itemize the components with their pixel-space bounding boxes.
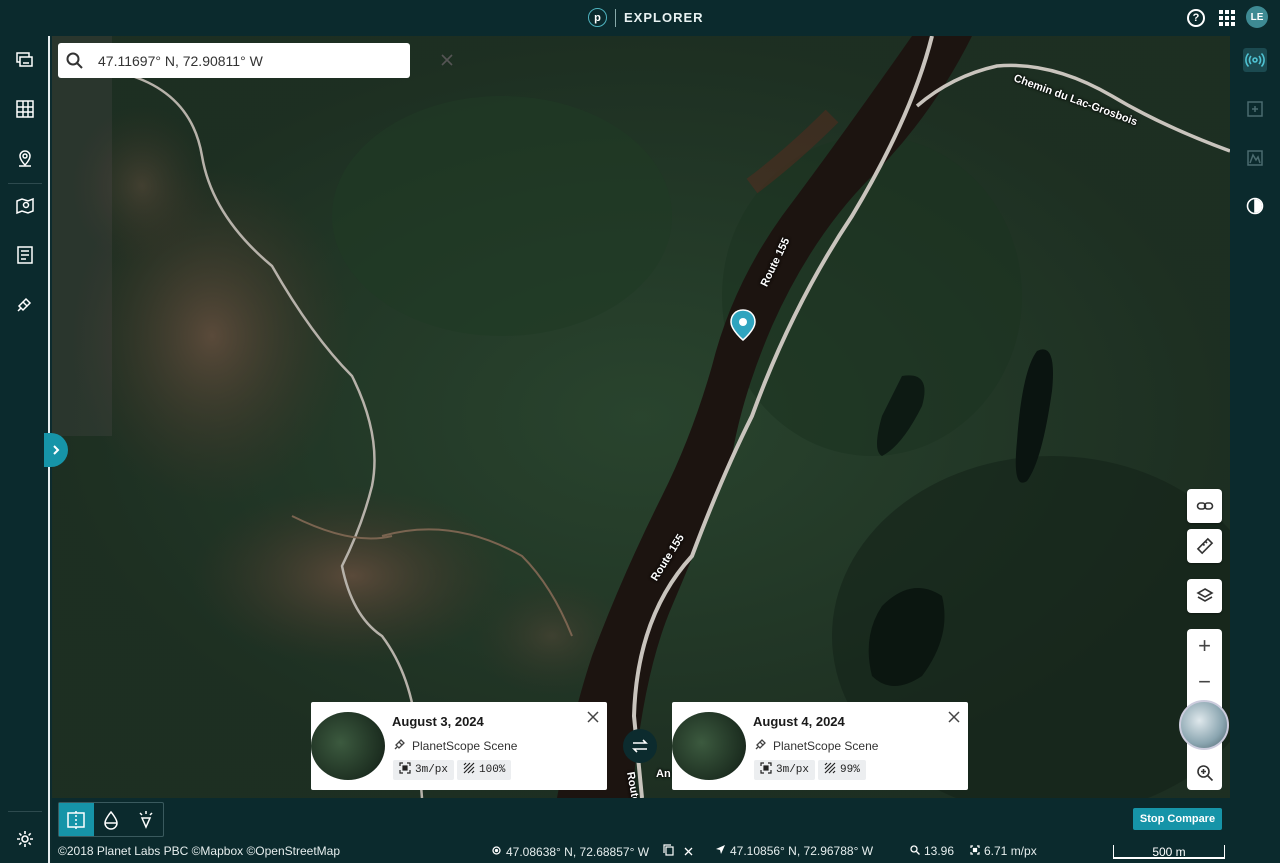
resolution-chip: 3m/px [393,760,455,780]
places-pin-icon[interactable] [13,146,37,170]
time-slider-icon[interactable] [1243,194,1267,218]
scene-date: August 3, 2024 [392,714,484,729]
close-icon[interactable] [587,710,599,728]
zoom-level: 13.96 [910,844,954,858]
right-sidebar [1230,36,1280,863]
resolution-chip: 3m/px [754,760,816,780]
navigation-arrow-icon [715,844,726,858]
scale-bar: 500 m [1113,845,1225,859]
scenes-stack-icon[interactable] [13,48,37,72]
compare-mode-group [58,802,164,837]
pin-coordinates: 47.10856° N, 72.96788° W [715,844,873,858]
resolution-icon [399,762,411,778]
cursor-coordinates: 47.08638° N, 72.68857° W [491,844,693,859]
zoom-out-icon[interactable]: − [1187,665,1222,699]
scene-thumbnail [672,712,746,780]
planet-logo-icon: p [588,8,607,27]
scene-type: PlanetScope Scene [412,738,518,753]
analytics-map-icon[interactable] [13,194,37,218]
search-icon [66,52,83,74]
coverage-hatch-icon [824,762,836,778]
coverage-chip: 100% [457,760,512,780]
coverage-hatch-icon [463,762,475,778]
settings-gear-icon[interactable] [13,827,37,851]
partial-place-label: An [656,768,671,780]
left-sidebar [0,36,50,863]
brand-divider [615,8,616,27]
copy-icon[interactable] [663,844,674,859]
search-input[interactable] [98,51,368,71]
user-avatar[interactable]: LE [1246,6,1268,28]
close-icon[interactable] [948,710,960,728]
brand[interactable]: p EXPLORER [588,8,704,27]
satellite-icon [754,737,768,754]
map-attribution[interactable]: ©2018 Planet Labs PBC ©Mapbox ©OpenStree… [58,844,340,858]
scene-thumbnail [311,712,385,780]
globe-view-icon[interactable] [1179,700,1229,750]
bottom-bar: Stop Compare ©2018 Planet Labs PBC ©Mapb… [52,798,1230,863]
mosaics-grid-icon[interactable] [13,97,37,121]
resolution-icon [970,844,980,858]
scene-date: August 4, 2024 [753,714,845,729]
compare-scene-left[interactable]: August 3, 2024 PlanetScope Scene 3m/px 1… [311,702,607,790]
zoom-to-area-icon[interactable] [1187,756,1222,790]
share-link-icon[interactable] [1187,489,1222,523]
export-icon[interactable] [1243,97,1267,121]
zoom-in-icon[interactable]: + [1187,629,1222,663]
close-icon[interactable] [684,845,693,859]
resolution-icon [760,762,772,778]
scene-type: PlanetScope Scene [773,738,879,753]
opacity-drop-icon[interactable] [94,803,129,836]
crosshair-icon [491,845,502,859]
compare-scene-right[interactable]: August 4, 2024 PlanetScope Scene 3m/px 9… [672,702,968,790]
clear-search-icon[interactable] [440,53,454,72]
satellite-map[interactable]: Chemin du Lac-Grosbois Route 155 Route 1… [52,36,1230,798]
split-view-icon[interactable] [59,803,94,836]
swap-scenes-icon[interactable] [623,729,657,763]
top-bar: p EXPLORER ? LE [0,0,1280,36]
spotlight-icon[interactable] [128,803,163,836]
help-icon[interactable]: ? [1187,9,1205,27]
layers-icon[interactable] [1187,579,1222,613]
satellite-icon [393,737,407,754]
coverage-chip: 99% [818,760,866,780]
measure-ruler-icon[interactable] [1187,529,1222,563]
zoom-magnifier-icon [910,844,920,858]
stop-compare-button[interactable]: Stop Compare [1133,808,1222,830]
search-box [58,43,453,78]
map-resolution: 6.71 m/px [970,844,1037,858]
orders-list-icon[interactable] [13,243,37,267]
elevation-profile-icon[interactable] [1243,146,1267,170]
apps-grid-icon[interactable] [1219,10,1235,26]
tasking-satellite-icon[interactable] [13,292,37,316]
app-title: EXPLORER [624,10,704,25]
compare-broadcast-icon[interactable] [1243,48,1267,72]
